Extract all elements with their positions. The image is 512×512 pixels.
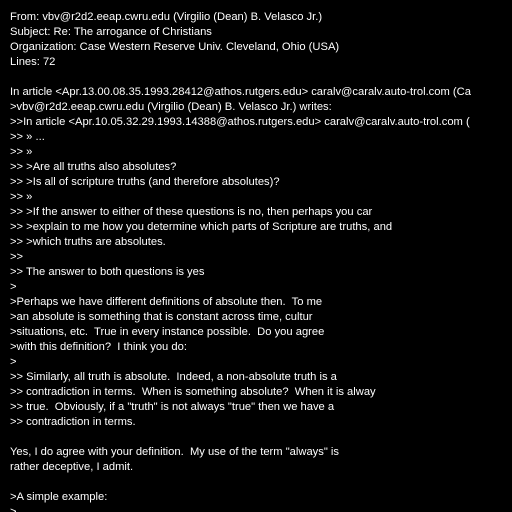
quoted-line: >> contradiction in terms. When is somet… bbox=[10, 386, 376, 398]
attribution-line: In article <Apr.13.00.08.35.1993.28412@a… bbox=[10, 86, 471, 98]
quoted-line: > bbox=[10, 281, 17, 293]
quoted-line: >> contradiction in terms. bbox=[10, 416, 136, 428]
reply-line: Yes, I do agree with your definition. My… bbox=[10, 446, 340, 458]
quoted-line: > bbox=[10, 356, 17, 368]
quoted-line: >an absolute is something that is consta… bbox=[10, 311, 313, 323]
quoted-line: >> Similarly, all truth is absolute. Ind… bbox=[10, 371, 337, 383]
header-lines-count: Lines: 72 bbox=[10, 56, 56, 68]
message-viewer: From: vbv@r2d2.eeap.cwru.edu (Virgilio (… bbox=[0, 0, 512, 512]
quoted-line: >> >explain to me how you determine whic… bbox=[10, 221, 393, 233]
quoted-line: >> >Are all truths also absolutes? bbox=[10, 161, 177, 173]
quoted-line: >A simple example: bbox=[10, 491, 108, 503]
quoted-line: >> bbox=[10, 251, 24, 263]
reply-line: rather deceptive, I admit. bbox=[10, 461, 134, 473]
quoted-line: >> » ... bbox=[10, 131, 45, 143]
header-organization-line: Organization: Case Western Reserve Univ.… bbox=[10, 41, 340, 53]
quoted-line: > bbox=[10, 506, 17, 512]
quoted-line: >> >which truths are absolutes. bbox=[10, 236, 166, 248]
quoted-line: >> >If the answer to either of these que… bbox=[10, 206, 373, 218]
quoted-line: >> true. Obviously, if a "truth" is not … bbox=[10, 401, 335, 413]
quoted-line: >vbv@r2d2.eeap.cwru.edu (Virgilio (Dean)… bbox=[10, 101, 332, 113]
quoted-line: >> The answer to both questions is yes bbox=[10, 266, 205, 278]
quoted-line: >> » bbox=[10, 191, 33, 203]
quoted-line: >with this definition? I think you do: bbox=[10, 341, 187, 353]
header-subject-line: Subject: Re: The arrogance of Christians bbox=[10, 26, 212, 38]
quoted-line: >> » bbox=[10, 146, 33, 158]
quoted-line: >> >Is all of scripture truths (and ther… bbox=[10, 176, 280, 188]
quoted-line: >situations, etc. True in every instance… bbox=[10, 326, 325, 338]
quoted-line: >Perhaps we have different definitions o… bbox=[10, 296, 323, 308]
quoted-line: >>In article <Apr.10.05.32.29.1993.14388… bbox=[10, 116, 470, 128]
message-body: From: vbv@r2d2.eeap.cwru.edu (Virgilio (… bbox=[10, 10, 512, 512]
header-from-line: From: vbv@r2d2.eeap.cwru.edu (Virgilio (… bbox=[10, 11, 323, 23]
